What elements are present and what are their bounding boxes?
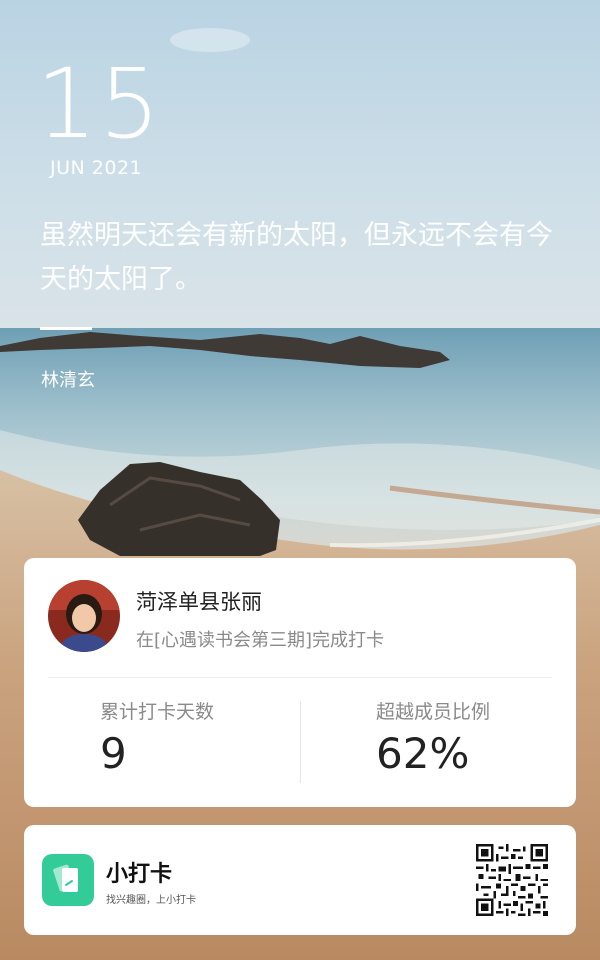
qr-code-icon [476,844,548,916]
brand-card: 小打卡 找兴趣圈，上小打卡 [24,825,576,935]
date-month-year: JUN 2021 [50,157,143,179]
stat-value: 62% [376,729,470,778]
checkin-card: 菏泽单县张丽 在[心遇读书会第三期]完成打卡 累计打卡天数 9 超越成员比例 6… [24,558,576,807]
quote-divider [40,327,92,330]
stat-surpass-ratio: 超越成员比例 62% [376,697,490,778]
user-name: 菏泽单县张丽 [136,590,262,614]
stat-value: 9 [100,729,127,778]
stat-label: 累计打卡天数 [100,701,215,723]
note-card-icon [42,854,94,906]
stat-total-days: 累计打卡天数 9 [100,697,214,778]
quote-text: 虽然明天还会有新的太阳，但永远不会有今天的太阳了。 [40,220,553,295]
date-day: 15 [36,48,163,160]
checkin-share-poster: 15 JUN 2021 虽然明天还会有新的太阳，但永远不会有今天的太阳了。 林清… [0,0,600,960]
card-divider [48,677,552,678]
quote-author: 林清玄 [41,370,95,391]
user-avatar[interactable] [48,580,120,652]
stat-divider [300,701,301,783]
checkin-description: 在[心遇读书会第三期]完成打卡 [136,630,385,651]
app-slogan: 找兴趣圈，上小打卡 [106,895,196,906]
app-name: 小打卡 [106,862,173,887]
stat-label: 超越成员比例 [376,701,491,723]
